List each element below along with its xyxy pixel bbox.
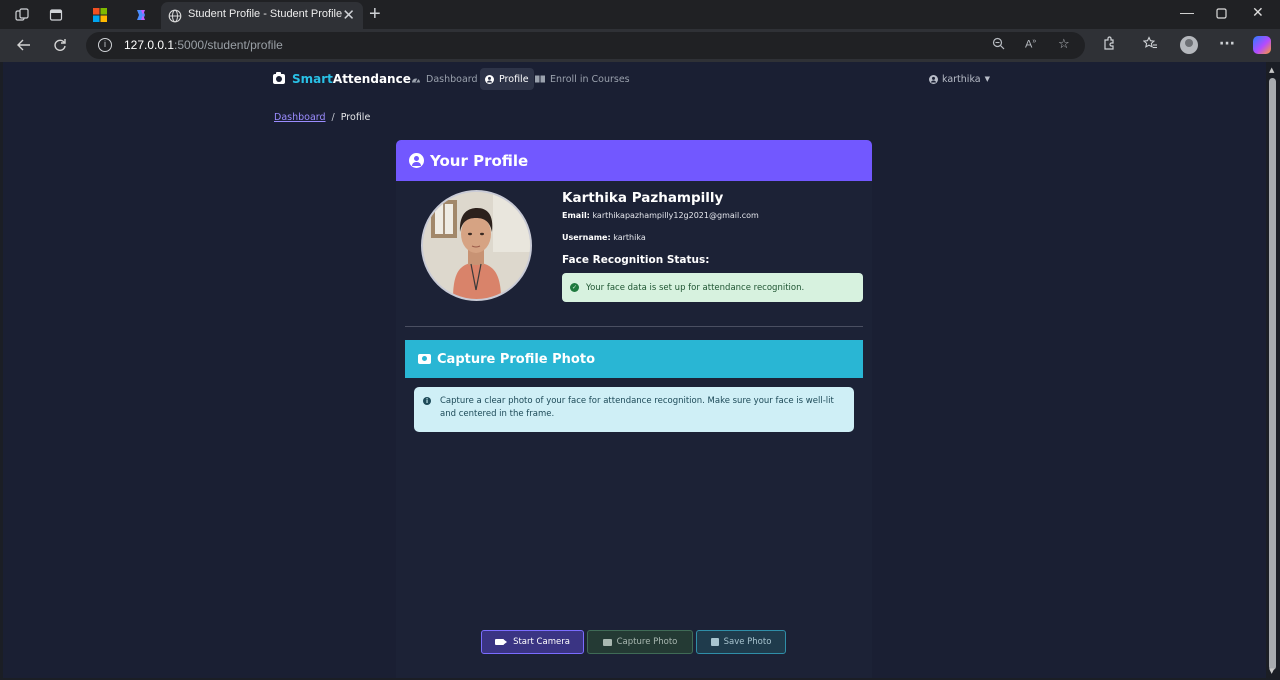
book-icon	[535, 75, 545, 83]
capture-photo-button[interactable]: Capture Photo	[587, 630, 693, 654]
minimize-icon[interactable]: —	[1180, 4, 1194, 20]
capture-section-header: Capture Profile Photo	[405, 340, 863, 378]
user-circle-icon	[929, 74, 938, 84]
microsoft-store-icon[interactable]	[91, 6, 109, 24]
face-status-label: Face Recognition Status:	[562, 254, 710, 266]
breadcrumb-current: Profile	[340, 112, 371, 123]
maximize-icon[interactable]	[1216, 6, 1227, 22]
user-name: karthika	[942, 73, 981, 85]
capture-photo-label: Capture Photo	[616, 637, 678, 647]
tab-student-profile[interactable]: Student Profile - Student Profile ✕	[161, 2, 363, 29]
info-icon[interactable]: i	[98, 38, 112, 52]
email-row: Email: karthikapazhampilly12g2021@gmail.…	[562, 211, 759, 220]
breadcrumb-dashboard[interactable]: Dashboard	[274, 112, 326, 123]
profile-icon[interactable]	[1180, 36, 1198, 54]
camera-icon	[418, 354, 431, 364]
camera-icon	[273, 72, 285, 84]
user-circle-icon	[485, 74, 494, 84]
copilot-sidebar-icon[interactable]	[1253, 36, 1271, 54]
user-circle-icon	[409, 153, 424, 168]
capture-info-text: Capture a clear photo of your face for a…	[440, 396, 834, 419]
refresh-icon[interactable]	[50, 35, 70, 55]
video-icon	[495, 639, 508, 645]
scroll-thumb[interactable]	[1269, 78, 1276, 670]
window-close-icon[interactable]: ✕	[1252, 4, 1264, 21]
brand-attendance: Attendance	[332, 72, 411, 86]
url-field[interactable]: i 127.0.0.1:5000/student/profile A» ☆	[86, 32, 1085, 59]
nav-enroll-courses[interactable]: Enroll in Courses	[530, 68, 635, 90]
close-icon[interactable]: ✕	[342, 6, 355, 24]
student-name: Karthika Pazhampilly	[562, 190, 724, 206]
username-row: Username: karthika	[562, 233, 646, 242]
nav-profile[interactable]: Profile	[480, 68, 534, 90]
save-photo-button[interactable]: Save Photo	[696, 630, 786, 654]
address-bar: i 127.0.0.1:5000/student/profile A» ☆ ··…	[0, 29, 1280, 62]
nav-enroll-label: Enroll in Courses	[550, 73, 630, 85]
profile-card-header: Your Profile	[396, 140, 872, 181]
favorite-icon[interactable]: ☆	[1058, 37, 1070, 52]
url-text[interactable]: 127.0.0.1:5000/student/profile	[124, 38, 283, 52]
user-dropdown[interactable]: karthika ▼	[929, 68, 990, 90]
email-value: karthikapazhampilly12g2021@gmail.com	[592, 211, 759, 220]
speedometer-icon	[412, 78, 420, 83]
save-icon	[710, 638, 719, 646]
profile-photo	[421, 190, 532, 301]
username-value: karthika	[613, 233, 646, 242]
scroll-down-icon[interactable]: ▼	[1269, 667, 1274, 675]
scroll-up-icon[interactable]: ▲	[1269, 66, 1274, 74]
check-circle-icon: ✓	[570, 283, 579, 292]
copilot-icon[interactable]	[132, 6, 150, 24]
username-label: Username:	[562, 233, 611, 242]
new-tab-icon[interactable]: +	[369, 3, 381, 26]
globe-icon	[168, 8, 182, 23]
read-aloud-icon[interactable]: A»	[1025, 38, 1036, 51]
profile-card: Your Profile Karthika Pazhampilly Email:…	[396, 140, 872, 678]
brand-smart: Smart	[292, 72, 333, 86]
camera-icon	[602, 638, 612, 646]
breadcrumb-separator: /	[331, 112, 335, 123]
tab-actions-icon[interactable]	[47, 6, 65, 24]
start-camera-label: Start Camera	[513, 637, 570, 647]
zoom-icon[interactable]	[992, 37, 1005, 54]
info-icon: i	[423, 397, 431, 405]
nav-dashboard[interactable]: Dashboard	[406, 68, 483, 90]
save-photo-label: Save Photo	[723, 637, 772, 647]
breadcrumb: Dashboard / Profile	[274, 112, 370, 123]
extensions-icon[interactable]	[1102, 36, 1116, 54]
capture-info-alert: i Capture a clear photo of your face for…	[414, 387, 854, 432]
scrollbar[interactable]: ▲ ▼	[1266, 62, 1280, 680]
nav-profile-label: Profile	[499, 73, 529, 85]
divider	[405, 326, 863, 327]
favorites-icon[interactable]	[1142, 36, 1158, 54]
more-icon[interactable]: ···	[1219, 36, 1235, 52]
back-icon[interactable]	[13, 35, 33, 55]
browser-titlebar: Student Profile - Student Profile ✕ + — …	[0, 0, 1280, 29]
page-viewport: SmartAttendance Dashboard Profile Enroll…	[3, 62, 1266, 678]
brand-logo[interactable]: SmartAttendance	[273, 72, 411, 86]
tab-title: Student Profile - Student Profile	[188, 8, 343, 20]
profile-title: Your Profile	[430, 151, 529, 170]
chevron-down-icon: ▼	[984, 75, 990, 83]
face-status-message: Your face data is set up for attendance …	[586, 282, 805, 293]
email-label: Email:	[562, 211, 590, 220]
workspaces-icon[interactable]	[13, 6, 31, 24]
capture-title: Capture Profile Photo	[437, 351, 596, 367]
nav-dashboard-label: Dashboard	[426, 73, 478, 85]
face-status-alert: ✓ Your face data is set up for attendanc…	[562, 273, 863, 302]
start-camera-button[interactable]: Start Camera	[481, 630, 584, 654]
